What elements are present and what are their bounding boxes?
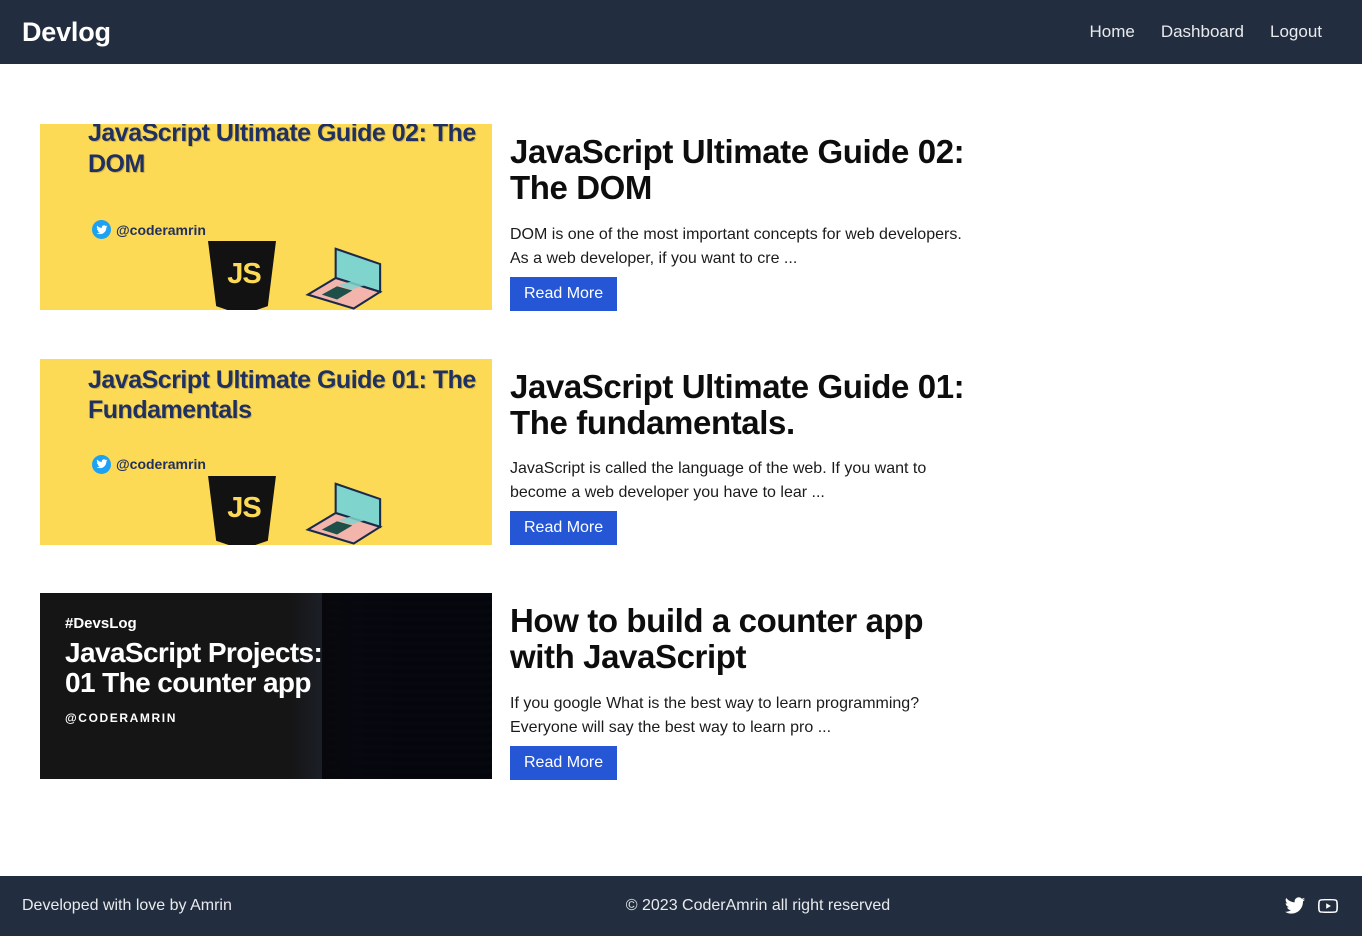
thumbnail-handle-text: @coderamrin — [116, 456, 206, 473]
nav-link-home[interactable]: Home — [1089, 22, 1134, 42]
post-excerpt: If you google What is the best way to le… — [510, 694, 920, 736]
read-more-button[interactable]: Read More — [510, 745, 618, 780]
thumbnail-handle-row: @coderamrin — [92, 220, 206, 239]
thumbnail-title: JavaScript Ultimate Guide 02: The DOM — [88, 124, 476, 178]
post-body: JavaScript Ultimate Guide 01: The fundam… — [510, 359, 980, 546]
thumbnail-title: JavaScript Projects: 01 The counter app — [65, 637, 323, 698]
footer-center-wrap: © 2023 CoderAmrin all right reserved — [232, 876, 1284, 936]
page-root: Devlog Home Dashboard Logout JavaScript … — [0, 0, 1362, 936]
thumbnail-handle-row: @coderamrin — [92, 454, 206, 474]
javascript-logo-text: JS — [227, 492, 261, 525]
post-title[interactable]: JavaScript Ultimate Guide 01: The fundam… — [510, 368, 980, 442]
post-excerpt: DOM is one of the most important concept… — [510, 225, 962, 267]
footer-social-links — [1284, 894, 1340, 918]
thumbnail-handle-text: @CODERAMRIN — [65, 711, 177, 726]
post-card: #DevsLog JavaScript Projects: 01 The cou… — [40, 593, 1362, 780]
read-more-button[interactable]: Read More — [510, 511, 618, 546]
post-thumbnail[interactable]: JavaScript Ultimate Guide 02: The DOM @c… — [40, 124, 492, 310]
javascript-logo-icon: JS — [208, 475, 276, 545]
read-more-button[interactable]: Read More — [510, 276, 618, 311]
site-header: Devlog Home Dashboard Logout — [0, 0, 1362, 64]
twitter-icon — [92, 220, 111, 239]
post-card: JavaScript Ultimate Guide 02: The DOM @c… — [40, 124, 1362, 311]
nav-link-logout[interactable]: Logout — [1270, 22, 1322, 42]
post-list: JavaScript Ultimate Guide 02: The DOM @c… — [0, 124, 1362, 780]
footer-credit: Developed with love by Amrin — [22, 897, 232, 914]
main-content: JavaScript Ultimate Guide 02: The DOM @c… — [0, 64, 1362, 876]
twitter-icon[interactable] — [1284, 895, 1306, 917]
post-body: How to build a counter app with JavaScri… — [510, 593, 980, 780]
javascript-logo-icon: JS — [208, 241, 276, 310]
site-footer: Developed with love by Amrin © 2023 Code… — [0, 876, 1362, 936]
nav-link-dashboard[interactable]: Dashboard — [1161, 22, 1244, 42]
thumbnail-tag: #DevsLog — [65, 615, 137, 633]
thumbnail-title: JavaScript Ultimate Guide 01: The Fundam… — [88, 365, 476, 425]
post-body: JavaScript Ultimate Guide 02: The DOM DO… — [510, 124, 980, 311]
post-thumbnail[interactable]: #DevsLog JavaScript Projects: 01 The cou… — [40, 593, 492, 780]
twitter-icon — [92, 454, 111, 474]
thumbnail-handle-text: @coderamrin — [116, 221, 206, 238]
main-navigation: Home Dashboard Logout — [1089, 22, 1322, 42]
javascript-logo-text: JS — [227, 257, 261, 290]
youtube-icon[interactable] — [1316, 894, 1340, 918]
laptop-icon — [305, 481, 383, 545]
post-card: JavaScript Ultimate Guide 01: The Fundam… — [40, 358, 1362, 546]
footer-copyright: © 2023 CoderAmrin all right reserved — [625, 897, 891, 914]
post-excerpt: JavaScript is called the language of the… — [510, 460, 927, 502]
site-logo[interactable]: Devlog — [22, 17, 111, 48]
post-thumbnail[interactable]: JavaScript Ultimate Guide 01: The Fundam… — [40, 358, 492, 545]
laptop-icon — [305, 247, 383, 310]
post-title[interactable]: How to build a counter app with JavaScri… — [510, 603, 980, 676]
post-title[interactable]: JavaScript Ultimate Guide 02: The DOM — [510, 133, 980, 207]
